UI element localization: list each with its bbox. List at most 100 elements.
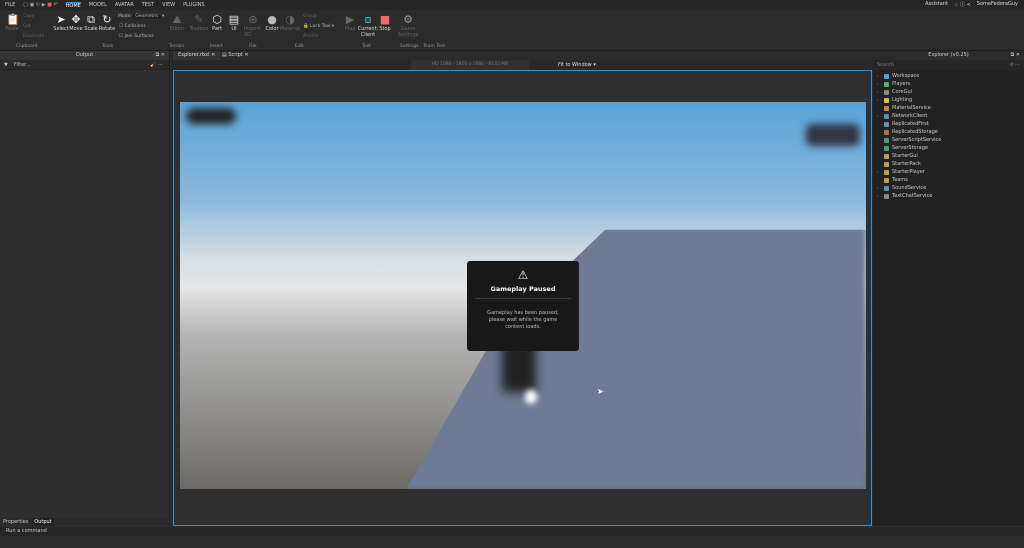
group-button[interactable]: Group [303, 14, 317, 19]
explorer-item[interactable]: StarterGui [873, 152, 1024, 160]
game-settings-button[interactable]: ⚙ Game Settings [398, 14, 419, 39]
close-icon[interactable]: ⧉ ✕ [1011, 51, 1020, 60]
terrain-icon: ⛰ [172, 13, 182, 26]
group-test: Test [362, 44, 371, 49]
explorer-item[interactable]: MaterialService [873, 104, 1024, 112]
service-icon [884, 73, 889, 79]
paused-icon: ⚠ [517, 268, 529, 282]
explorer-title: Explorer (v0.25) [928, 52, 969, 58]
service-icon [884, 81, 889, 87]
expand-arrow-icon[interactable]: › [877, 112, 881, 120]
service-icon [884, 153, 889, 159]
clear-output-icon[interactable]: 🧹 ⋯ [150, 62, 169, 68]
toolbox-button[interactable]: ✎ Toolbox [190, 14, 209, 33]
command-bar[interactable]: Run a command [0, 527, 1024, 536]
explorer-item[interactable]: ReplicatedFirst [873, 120, 1024, 128]
tab-avatar[interactable]: AVATAR [115, 2, 134, 8]
ui-button[interactable]: ▤ UI [225, 13, 243, 33]
service-icon [884, 177, 889, 183]
explorer-item-label: ServerStorage [892, 145, 928, 151]
tab-properties[interactable]: Properties [3, 518, 28, 526]
collisions-checkbox[interactable]: ☐ Collisions [119, 24, 146, 29]
avatar-light [525, 390, 537, 404]
explorer-item[interactable]: Teams [873, 176, 1024, 184]
explorer-item[interactable]: › CoreGui [873, 88, 1024, 96]
mode-select[interactable]: Mode: Geometric ▾ [118, 14, 164, 19]
output-filter-input[interactable]: Filter... [14, 62, 144, 68]
material-button[interactable]: ◑ Material [280, 14, 300, 33]
ui-icon: ▤ [228, 13, 240, 26]
resolution-select[interactable]: HD 1080 · 1920 x 1080 · 6132 MB [411, 60, 529, 70]
service-icon [884, 161, 889, 167]
roblox-menu-button[interactable] [186, 108, 236, 124]
expand-arrow-icon[interactable]: › [877, 72, 881, 80]
paste-button[interactable]: 📋 Paste [3, 14, 21, 33]
explorer-item-label: TextChatService [892, 193, 933, 199]
cube-icon: ⬡ [212, 13, 222, 26]
group-terrain: Terrain [169, 44, 185, 49]
close-icon[interactable]: ⧉ ✕ [156, 51, 165, 60]
explorer-panel: Explorer (v0.25) ⧉ ✕ Search ↺ ⋯ › Workspace… [873, 51, 1024, 526]
tab-view[interactable]: VIEW [162, 2, 175, 8]
expand-arrow-icon[interactable]: › [877, 168, 881, 176]
explorer-item[interactable]: › TextChatService [873, 192, 1024, 200]
output-title: Output [75, 52, 94, 58]
quick-access-icons[interactable]: ▢ ▣ ↻ ▶ ■ ↶ [23, 2, 57, 8]
explorer-item[interactable]: › StarterPlayer [873, 168, 1024, 176]
lock-tool-button[interactable]: 🔒 Lock Tool ▾ [303, 24, 334, 29]
explorer-item[interactable]: › NetworkClient [873, 112, 1024, 120]
explorer-search-input[interactable]: Search ↺ ⋯ [873, 60, 1024, 70]
cut-button[interactable]: Cut [23, 24, 31, 29]
anchor-button[interactable]: Anchor [303, 34, 319, 39]
rotate-button[interactable]: ↻ Rotate [98, 14, 116, 33]
expand-arrow-icon[interactable]: › [877, 184, 881, 192]
explorer-item[interactable]: StarterPack [873, 160, 1024, 168]
explorer-item[interactable]: › SoundService [873, 184, 1024, 192]
terrain-editor-button[interactable]: ⛰ Editor [168, 13, 186, 33]
service-icon [884, 185, 889, 191]
service-icon [884, 97, 889, 103]
part-button[interactable]: ⬡ Part [208, 13, 226, 33]
service-icon [884, 129, 889, 135]
service-icon [884, 121, 889, 127]
tab-script[interactable]: ▤ Script ✕ [217, 51, 254, 60]
color-button[interactable]: ● Color [263, 14, 281, 33]
tab-home[interactable]: HOME [65, 1, 81, 9]
join-surfaces-checkbox[interactable]: ☐ Join Surfaces [119, 34, 154, 39]
explorer-item[interactable]: ServerScriptService [873, 136, 1024, 144]
copy-button[interactable]: Copy [23, 14, 34, 19]
notification-icon[interactable]: ♢ ⓘ ≺ [954, 1, 971, 8]
tab-output[interactable]: Output [32, 518, 54, 526]
tab-plugins[interactable]: PLUGINS [183, 2, 204, 8]
explorer-tree: › Workspace › Players › CoreGui › Lighting Mater… [873, 70, 1024, 200]
group-settings: Settings [400, 44, 419, 49]
group-clipboard: Clipboard [16, 44, 38, 49]
explorer-item[interactable]: ReplicatedStorage [873, 128, 1024, 136]
top-right-gui[interactable] [806, 124, 860, 146]
expand-arrow-icon[interactable]: › [877, 88, 881, 96]
explorer-item[interactable]: › Players [873, 80, 1024, 88]
explorer-item[interactable]: › Workspace [873, 72, 1024, 80]
stop-button[interactable]: ■ Stop [376, 14, 394, 33]
assistant-button[interactable]: Assistant [925, 1, 948, 8]
explorer-item-label: ReplicatedFirst [892, 121, 929, 127]
expand-arrow-icon[interactable]: › [877, 192, 881, 200]
service-icon [884, 105, 889, 111]
explorer-item-label: SoundService [892, 185, 927, 191]
duplicate-button[interactable]: Duplicate [23, 34, 44, 39]
explorer-item-label: Teams [892, 177, 908, 183]
import-3d-button[interactable]: ⊕ Import 3D [244, 14, 262, 39]
expand-arrow-icon[interactable]: › [877, 80, 881, 88]
tab-explorer-rbxl[interactable]: Explorer.rbxl ✕ [173, 51, 221, 60]
explorer-item-label: Workspace [892, 73, 920, 79]
explorer-item[interactable]: ServerStorage [873, 144, 1024, 152]
tab-model[interactable]: MODEL [89, 2, 107, 8]
explorer-item-label: Lighting [892, 97, 913, 103]
file-menu[interactable]: FILE [5, 2, 15, 8]
fit-select[interactable]: Fit to Window ▾ [558, 62, 596, 68]
expand-arrow-icon[interactable]: › [877, 96, 881, 104]
user-menu[interactable]: SomeFedoraGuy [977, 1, 1018, 8]
explorer-item-label: ReplicatedStorage [892, 129, 938, 135]
explorer-item[interactable]: › Lighting [873, 96, 1024, 104]
tab-test[interactable]: TEST [142, 2, 154, 8]
